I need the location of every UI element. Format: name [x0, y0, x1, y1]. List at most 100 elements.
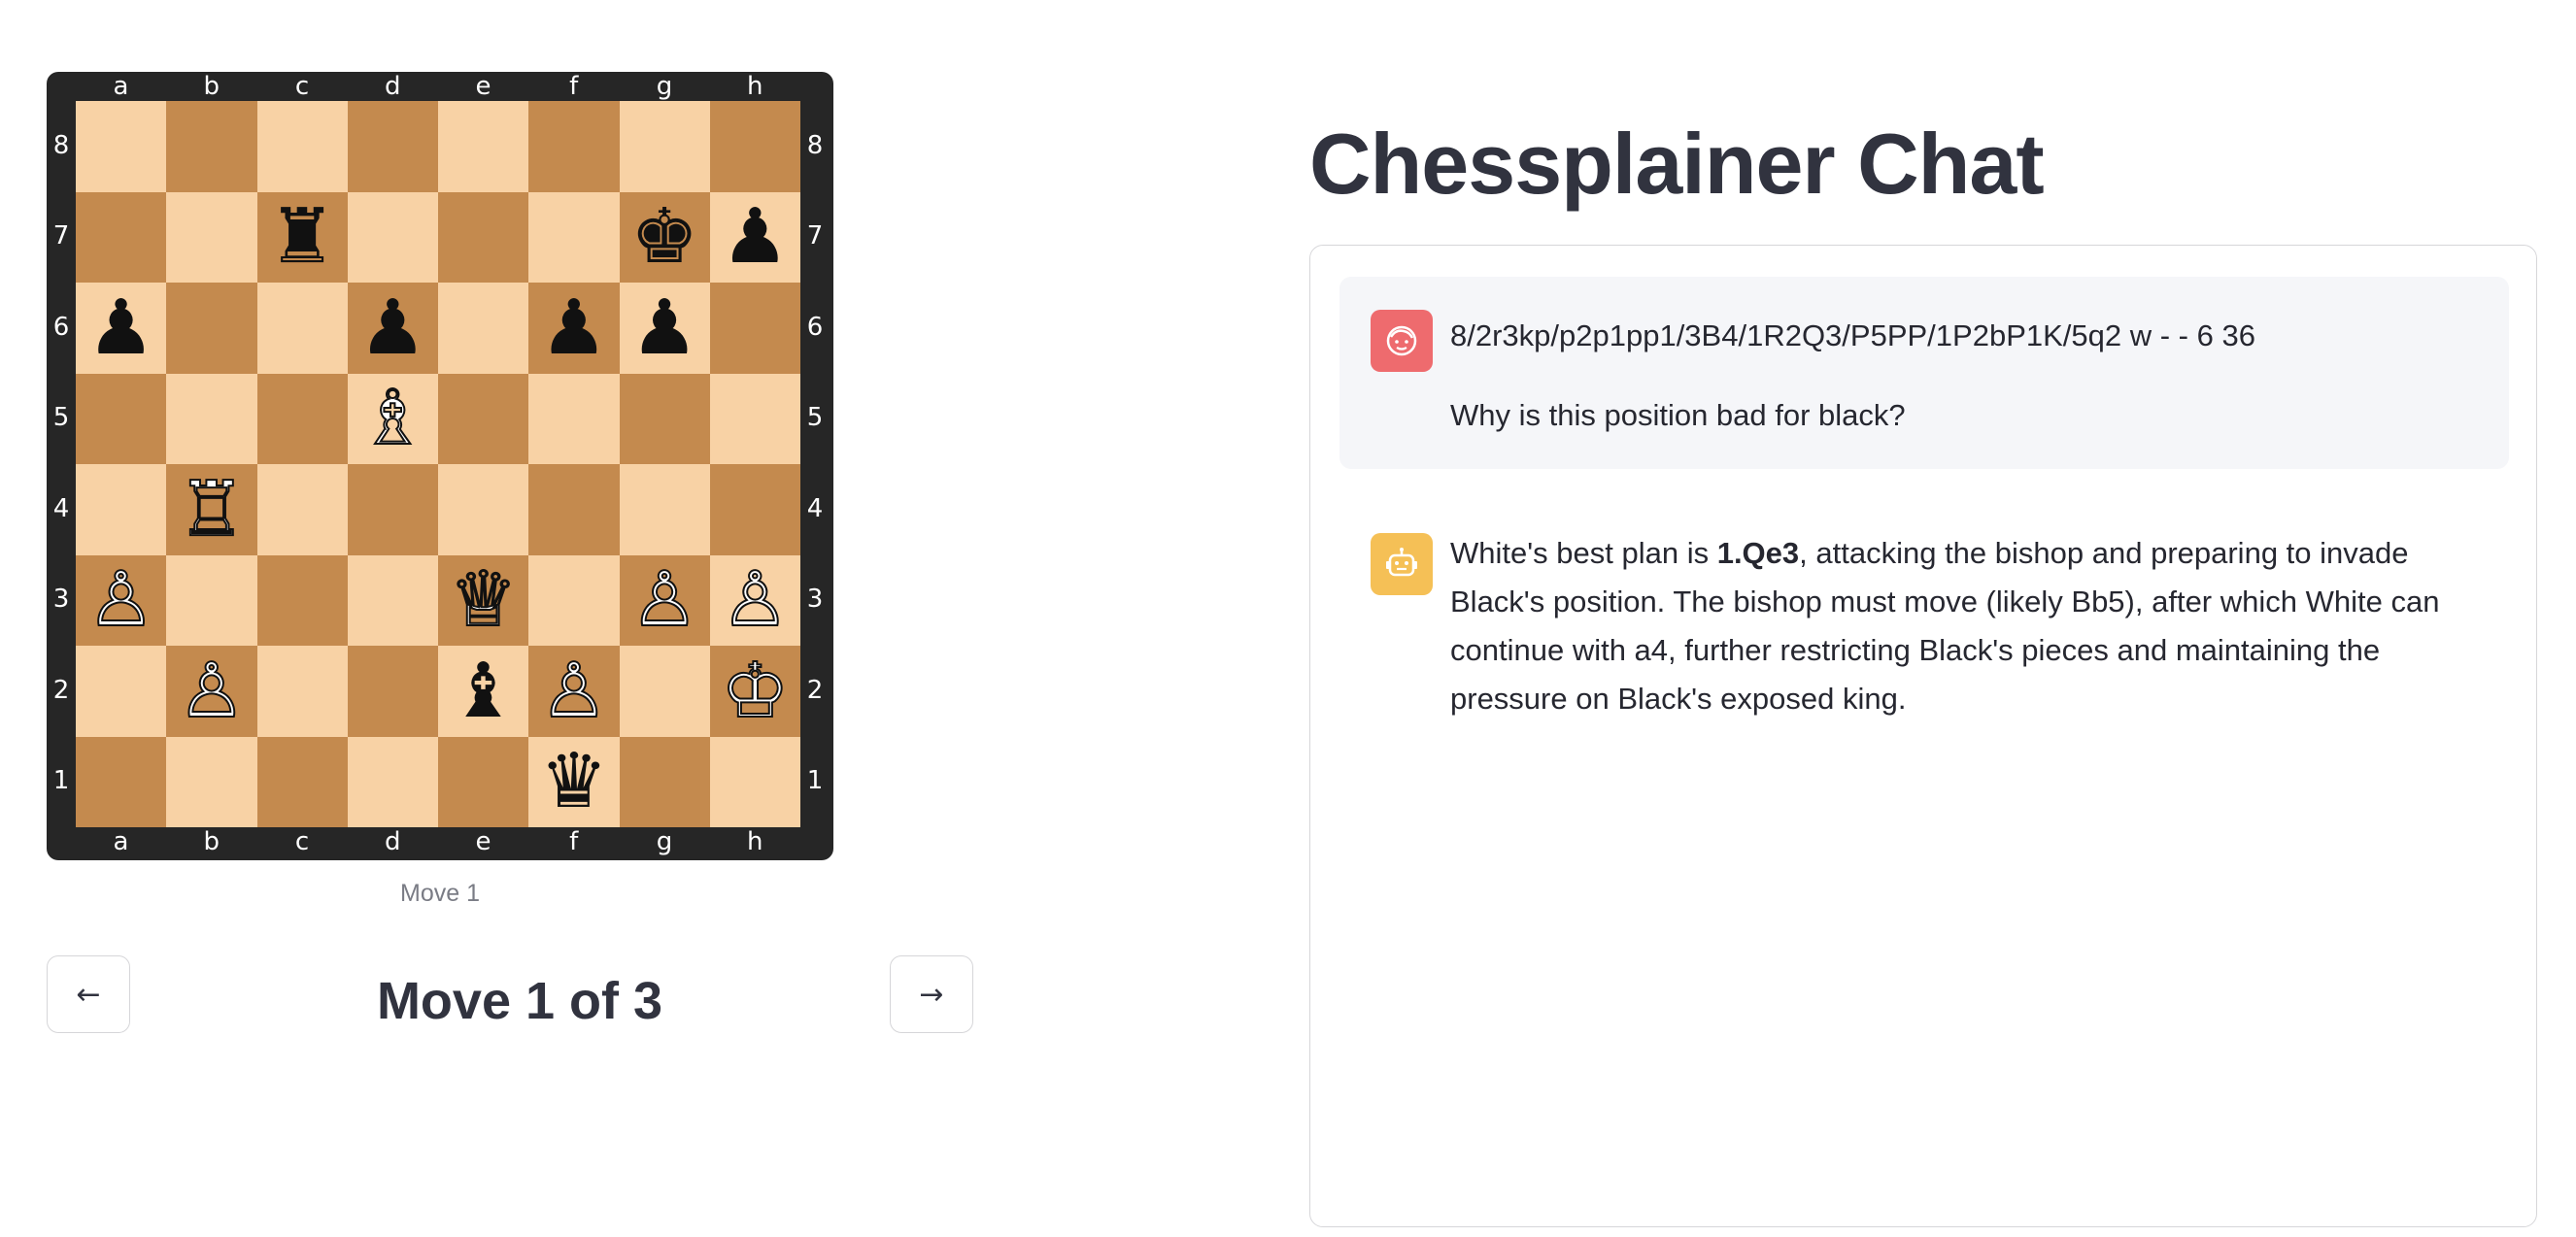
square-h7[interactable]: ♟ — [709, 191, 800, 283]
square-b5[interactable] — [166, 373, 257, 464]
square-b7[interactable] — [166, 191, 257, 283]
square-g3[interactable]: ♙ — [619, 554, 710, 646]
white-pawn-h3[interactable]: ♙ — [720, 561, 790, 639]
square-c5[interactable] — [256, 373, 348, 464]
square-g7[interactable]: ♚ — [619, 191, 710, 283]
white-rook-b4[interactable]: ♖ — [177, 471, 247, 549]
black-pawn-h7[interactable]: ♟ — [721, 199, 789, 275]
square-g4[interactable] — [619, 464, 710, 555]
square-b4[interactable]: ♖ — [166, 464, 257, 555]
square-g2[interactable] — [619, 646, 710, 737]
previous-move-button[interactable]: ← — [47, 955, 130, 1033]
square-b8[interactable] — [166, 101, 257, 192]
white-queen-e3[interactable]: ♕ — [449, 561, 519, 639]
square-a2[interactable] — [76, 646, 167, 737]
square-d4[interactable] — [347, 464, 438, 555]
square-f5[interactable] — [528, 373, 620, 464]
black-rook-c7[interactable]: ♜ — [268, 199, 336, 275]
square-h8[interactable] — [709, 101, 800, 192]
square-a6[interactable]: ♟ — [76, 283, 167, 374]
white-pawn-g3[interactable]: ♙ — [629, 561, 699, 639]
square-f1[interactable]: ♛ — [528, 736, 620, 827]
white-pawn-b2[interactable]: ♙ — [177, 652, 247, 730]
white-pawn-f2[interactable]: ♙ — [539, 652, 609, 730]
file-label-h-top: h — [747, 72, 763, 101]
square-b6[interactable] — [166, 283, 257, 374]
square-e7[interactable] — [438, 191, 529, 283]
square-e1[interactable] — [438, 736, 529, 827]
square-e3[interactable]: ♕ — [438, 554, 529, 646]
rank-label-8-right: 8 — [806, 130, 824, 160]
square-a7[interactable] — [76, 191, 167, 283]
square-f3[interactable] — [528, 554, 620, 646]
rank-label-2-left: 2 — [52, 675, 70, 705]
square-c3[interactable] — [256, 554, 348, 646]
square-d8[interactable] — [347, 101, 438, 192]
black-king-g7[interactable]: ♚ — [630, 199, 698, 275]
square-a8[interactable] — [76, 101, 167, 192]
file-label-d-bottom: d — [384, 827, 401, 856]
square-d6[interactable]: ♟ — [347, 283, 438, 374]
user-fen-text: 8/2r3kp/p2p1pp1/3B4/1R2Q3/P5PP/1P2bP1K/5… — [1450, 318, 2255, 352]
square-c7[interactable]: ♜ — [256, 191, 348, 283]
square-h3[interactable]: ♙ — [709, 554, 800, 646]
square-f8[interactable] — [528, 101, 620, 192]
square-e2[interactable]: ♝ — [438, 646, 529, 737]
square-c8[interactable] — [256, 101, 348, 192]
square-b2[interactable]: ♙ — [166, 646, 257, 737]
white-pawn-a3[interactable]: ♙ — [86, 561, 156, 639]
square-h2[interactable]: ♔ — [709, 646, 800, 737]
file-label-b-top: b — [203, 72, 220, 101]
white-bishop-d5[interactable]: ♗ — [357, 380, 427, 457]
rank-label-5-right: 5 — [806, 403, 824, 433]
square-d5[interactable]: ♗ — [347, 373, 438, 464]
black-pawn-d6[interactable]: ♟ — [358, 290, 426, 366]
rank-label-5-left: 5 — [52, 403, 70, 433]
square-g1[interactable] — [619, 736, 710, 827]
square-g6[interactable]: ♟ — [619, 283, 710, 374]
square-d2[interactable] — [347, 646, 438, 737]
square-c4[interactable] — [256, 464, 348, 555]
black-pawn-a6[interactable]: ♟ — [87, 290, 155, 366]
square-a5[interactable] — [76, 373, 167, 464]
square-h5[interactable] — [709, 373, 800, 464]
square-d3[interactable] — [347, 554, 438, 646]
black-bishop-e2[interactable]: ♝ — [450, 653, 518, 729]
chessboard[interactable]: ♜ ♚ ♟ ♟ ♟ ♟ ♟ ♗ ♖ ♙ ♕ ♙ ♙ ♙ ♝ ♙ ♔ ♛ — [76, 101, 800, 827]
square-g5[interactable] — [619, 373, 710, 464]
assistant-message: White's best plan is 1.Qe3, attacking th… — [1450, 529, 2503, 723]
black-pawn-f6[interactable]: ♟ — [540, 290, 608, 366]
square-b1[interactable] — [166, 736, 257, 827]
square-e8[interactable] — [438, 101, 529, 192]
square-c1[interactable] — [256, 736, 348, 827]
white-king-h2[interactable]: ♔ — [720, 652, 790, 730]
square-c2[interactable] — [256, 646, 348, 737]
square-f2[interactable]: ♙ — [528, 646, 620, 737]
move-indicator: Move 1 of 3 — [376, 972, 663, 1030]
square-h4[interactable] — [709, 464, 800, 555]
rank-label-7-right: 7 — [806, 221, 824, 251]
square-g8[interactable] — [619, 101, 710, 192]
square-f7[interactable] — [528, 191, 620, 283]
square-a4[interactable] — [76, 464, 167, 555]
square-e4[interactable] — [438, 464, 529, 555]
next-move-button[interactable]: → — [890, 955, 973, 1033]
black-queen-f1[interactable]: ♛ — [540, 744, 608, 819]
chat-container[interactable]: 8/2r3kp/p2p1pp1/3B4/1R2Q3/P5PP/1P2bP1K/5… — [1309, 245, 2537, 1227]
rank-label-6-right: 6 — [806, 312, 824, 342]
square-f4[interactable] — [528, 464, 620, 555]
square-c6[interactable] — [256, 283, 348, 374]
black-pawn-g6[interactable]: ♟ — [630, 290, 698, 366]
square-f6[interactable]: ♟ — [528, 283, 620, 374]
square-d1[interactable] — [347, 736, 438, 827]
square-a3[interactable]: ♙ — [76, 554, 167, 646]
square-a1[interactable] — [76, 736, 167, 827]
square-e5[interactable] — [438, 373, 529, 464]
file-label-c-bottom: c — [294, 827, 310, 856]
square-d7[interactable] — [347, 191, 438, 283]
square-b3[interactable] — [166, 554, 257, 646]
square-h6[interactable] — [709, 283, 800, 374]
square-e6[interactable] — [438, 283, 529, 374]
file-label-g-bottom: g — [656, 827, 673, 856]
square-h1[interactable] — [709, 736, 800, 827]
